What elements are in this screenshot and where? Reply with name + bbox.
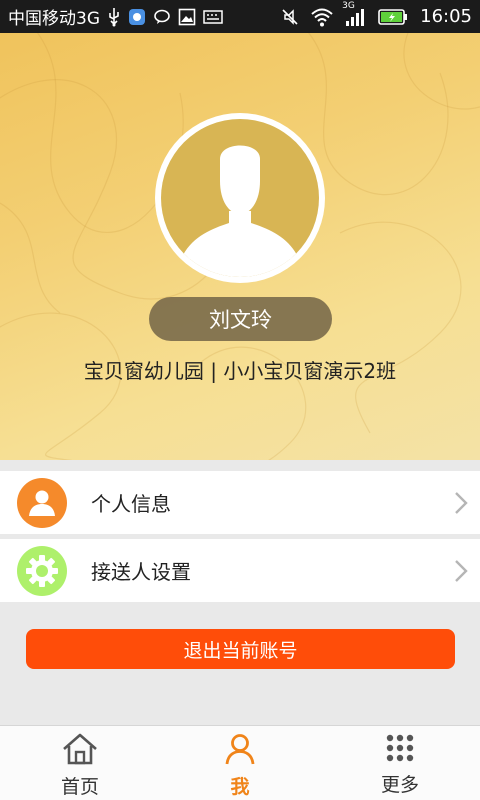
menu-item-personal-info[interactable]: 个人信息: [0, 471, 480, 534]
carrier-label: 中国移动3G: [8, 9, 100, 29]
avatar-placeholder-icon: [161, 119, 319, 277]
school-class-label: 宝贝窗幼儿园 | 小小宝贝窗演示2班: [83, 359, 397, 383]
image-icon: [178, 8, 196, 26]
network-type-badge: 3G: [342, 0, 355, 11]
avatar[interactable]: [155, 113, 325, 283]
chevron-right-icon: [454, 491, 468, 519]
usb-icon: [107, 7, 121, 27]
app-icon: [128, 8, 146, 26]
tab-more[interactable]: 更多: [320, 726, 480, 800]
profile-header: 刘文玲 宝贝窗幼儿园 | 小小宝贝窗演示2班: [0, 33, 480, 460]
wifi-icon: [310, 7, 334, 27]
chevron-right-icon: [454, 559, 468, 587]
signal-icon: 3G: [342, 1, 368, 27]
menu-item-pickup-settings[interactable]: 接送人设置: [0, 539, 480, 602]
tab-home[interactable]: 首页: [0, 726, 160, 800]
user-name-badge: 刘文玲: [149, 297, 332, 341]
tab-label: 更多: [380, 774, 419, 796]
person-icon: [17, 477, 67, 528]
battery-icon: [378, 8, 408, 26]
home-icon: [61, 732, 99, 770]
status-bar: 中国移动3G 3G 16:05: [0, 0, 480, 33]
tab-label: 我: [230, 776, 250, 798]
gear-icon: [17, 545, 67, 596]
logout-button[interactable]: 退出当前账号: [26, 629, 455, 669]
clock: 16:05: [420, 6, 472, 27]
keyboard-icon: [203, 9, 223, 24]
menu-item-label: 个人信息: [91, 492, 171, 516]
grid-icon: [385, 732, 415, 768]
profile-icon: [223, 732, 257, 770]
tab-me[interactable]: 我: [160, 726, 320, 800]
mute-icon: [280, 7, 300, 27]
tab-label: 首页: [60, 776, 99, 798]
menu-item-label: 接送人设置: [91, 560, 191, 584]
chat-icon: [153, 8, 171, 26]
bottom-tab-bar: 首页 我 更多: [0, 725, 480, 800]
